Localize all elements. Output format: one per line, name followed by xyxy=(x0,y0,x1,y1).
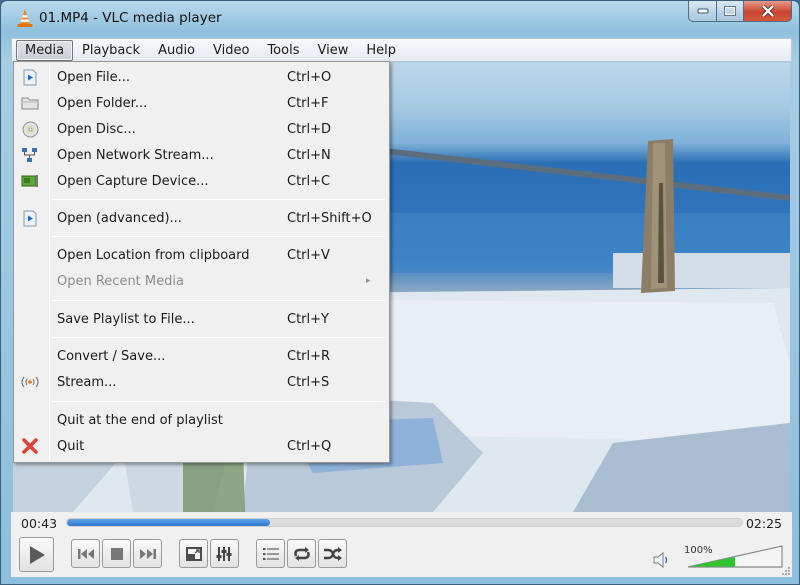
menu-item-open-capture-device[interactable]: Open Capture Device... Ctrl+C xyxy=(16,168,387,194)
play-button[interactable] xyxy=(19,537,54,572)
speaker-icon[interactable] xyxy=(653,552,671,568)
menu-playback[interactable]: Playback xyxy=(73,40,149,61)
playlist-button[interactable] xyxy=(256,539,285,568)
menu-item-open-folder[interactable]: Open Folder... Ctrl+F xyxy=(16,90,387,116)
menu-item-open-advanced[interactable]: Open (advanced)... Ctrl+Shift+O xyxy=(16,205,387,231)
title-bar[interactable]: 01.MP4 - VLC media player xyxy=(1,1,800,37)
next-icon xyxy=(139,548,156,559)
elapsed-time: 00:43 xyxy=(21,516,58,531)
menu-item-quit-end-of-playlist[interactable]: Quit at the end of playlist xyxy=(16,407,387,433)
extended-settings-button[interactable] xyxy=(210,539,239,568)
quit-icon xyxy=(22,438,38,454)
window-title: 01.MP4 - VLC media player xyxy=(39,10,222,26)
menu-media[interactable]: Media xyxy=(16,39,74,61)
menu-item-open-disc[interactable]: Open Disc... Ctrl+D xyxy=(16,116,387,142)
menu-bar: Media Playback Audio Video Tools View He… xyxy=(11,38,792,62)
seek-progress xyxy=(67,519,270,526)
menu-separator xyxy=(52,300,385,301)
minimize-button[interactable] xyxy=(688,1,717,22)
control-bar: 00:43 02:25 100% xyxy=(11,512,792,577)
disc-icon xyxy=(22,121,38,137)
menu-help[interactable]: Help xyxy=(357,40,405,61)
menu-video[interactable]: Video xyxy=(204,40,258,61)
play-icon xyxy=(29,545,45,564)
menu-item-convert-save[interactable]: Convert / Save... Ctrl+R xyxy=(16,343,387,369)
capture-card-icon xyxy=(21,175,38,187)
menu-separator xyxy=(52,401,385,402)
previous-icon xyxy=(77,548,94,559)
fullscreen-button[interactable] xyxy=(179,539,208,568)
menu-tools[interactable]: Tools xyxy=(258,40,308,61)
folder-icon xyxy=(21,97,39,110)
menu-item-open-recent-media[interactable]: Open Recent Media ▸ xyxy=(16,268,387,294)
equalizer-icon xyxy=(216,546,231,561)
seek-slider[interactable] xyxy=(66,518,743,527)
close-icon xyxy=(761,5,774,17)
menu-item-open-network-stream[interactable]: Open Network Stream... Ctrl+N xyxy=(16,142,387,168)
media-menu: Open File... Ctrl+O Open Folder... Ctrl+… xyxy=(13,61,390,463)
resize-grip[interactable] xyxy=(782,567,790,575)
next-button[interactable] xyxy=(133,539,162,568)
fullscreen-icon xyxy=(185,546,202,561)
menu-audio[interactable]: Audio xyxy=(149,40,204,61)
menu-item-open-location-clipboard[interactable]: Open Location from clipboard Ctrl+V xyxy=(16,242,387,268)
menu-view[interactable]: View xyxy=(308,40,357,61)
minimize-icon xyxy=(697,8,708,14)
maximize-icon xyxy=(724,6,736,16)
shuffle-button[interactable] xyxy=(318,539,347,568)
volume-slider[interactable] xyxy=(686,541,784,569)
playlist-icon xyxy=(262,547,279,560)
stop-icon xyxy=(110,547,123,560)
menu-separator xyxy=(52,199,385,200)
menu-item-quit[interactable]: Quit Ctrl+Q xyxy=(16,433,387,459)
previous-button[interactable] xyxy=(71,539,100,568)
network-icon xyxy=(22,148,37,162)
menu-item-save-playlist[interactable]: Save Playlist to File... Ctrl+Y xyxy=(16,306,387,332)
menu-separator xyxy=(52,236,385,237)
loop-icon xyxy=(293,546,310,561)
maximize-button[interactable] xyxy=(717,1,744,22)
menu-item-stream[interactable]: Stream... Ctrl+S xyxy=(16,369,387,395)
stream-icon xyxy=(21,376,39,388)
shuffle-icon xyxy=(323,546,342,561)
open-file-icon xyxy=(23,69,37,85)
open-file-icon xyxy=(23,210,37,226)
close-button[interactable] xyxy=(744,1,792,22)
total-time: 02:25 xyxy=(745,516,782,531)
submenu-arrow-icon: ▸ xyxy=(366,276,371,286)
vlc-cone-icon xyxy=(17,9,33,27)
loop-button[interactable] xyxy=(287,539,316,568)
menu-separator xyxy=(52,337,385,338)
menu-item-open-file[interactable]: Open File... Ctrl+O xyxy=(16,64,387,90)
stop-button[interactable] xyxy=(102,539,131,568)
